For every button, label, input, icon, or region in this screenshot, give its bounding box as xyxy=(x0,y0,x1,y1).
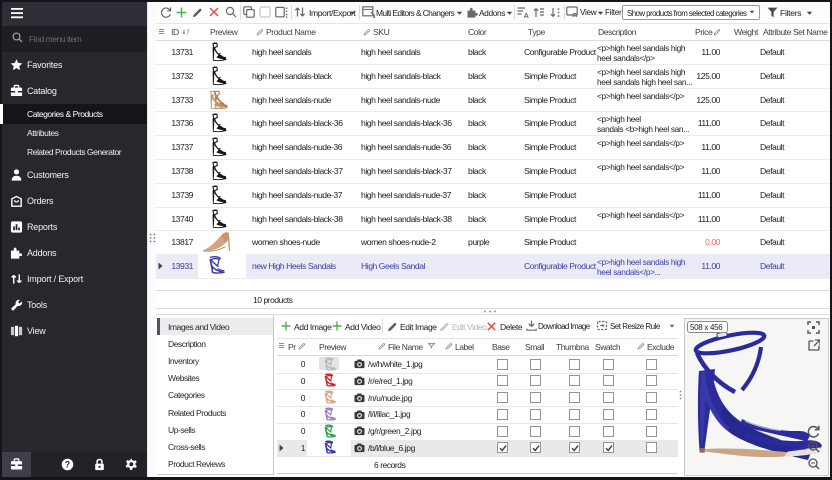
svg-text:A: A xyxy=(524,11,530,18)
svg-text:?: ? xyxy=(65,459,70,469)
